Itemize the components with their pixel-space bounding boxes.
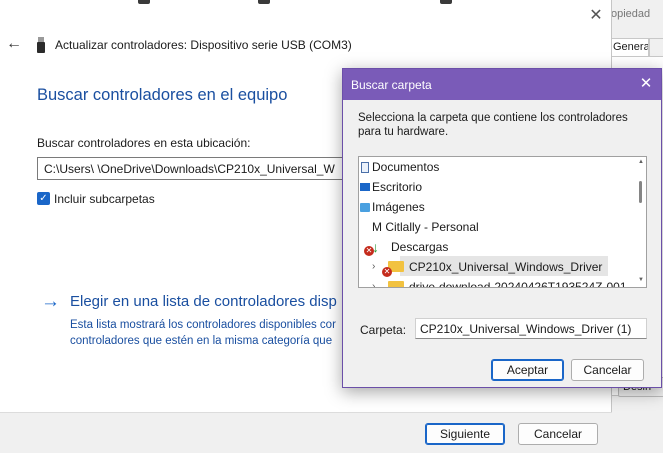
cancel-button[interactable]: Cancelar (518, 423, 598, 445)
window-top-strip (0, 0, 612, 12)
accept-button[interactable]: Aceptar (491, 359, 564, 381)
folder-label: Carpeta: (360, 323, 407, 337)
choose-from-list-link[interactable]: Elegir en una lista de controladores dis… (70, 293, 337, 310)
folder-icon (388, 281, 404, 287)
tab-general[interactable]: General (609, 38, 649, 56)
include-subfolders-label: Incluir subcarpetas (54, 192, 155, 206)
taskbar-stub (440, 0, 452, 4)
location-input[interactable]: C:\Users\ \OneDrive\Downloads\CP210x_Uni… (37, 157, 357, 180)
dialog-instruction: Selecciona la carpeta que contiene los c… (358, 112, 628, 138)
tree-item-cp210x-driver[interactable]: CP210x_Universal_Windows_Driver (409, 257, 602, 277)
tab-next[interactable] (649, 38, 663, 56)
back-arrow-icon[interactable]: ← (5, 35, 23, 53)
tree-item-downloads[interactable]: Descargas (391, 237, 448, 257)
documents-icon (361, 162, 369, 173)
dialog-cancel-button[interactable]: Cancelar (571, 359, 644, 381)
close-icon[interactable]: ✕ (635, 74, 657, 94)
tree-item-personal-folder[interactable]: M Citlally - Personal (372, 217, 479, 237)
usb-device-icon (37, 37, 45, 53)
scrollbar-thumb[interactable] (639, 181, 642, 203)
scroll-up-icon[interactable]: ▲ (637, 159, 645, 167)
location-label: Buscar controladores en esta ubicación: (37, 136, 251, 150)
arrow-right-icon[interactable]: → (41, 292, 60, 312)
dialog-titlebar[interactable]: Buscar carpeta ✕ (343, 69, 661, 100)
wizard-title: Actualizar controladores: Dispositivo se… (55, 38, 352, 52)
tree-item-desktop[interactable]: Escritorio (372, 177, 422, 197)
taskbar-stub (138, 0, 150, 4)
close-icon[interactable]: ✕ (585, 6, 607, 26)
chevron-right-icon[interactable]: › (372, 281, 375, 287)
folder-input[interactable]: CP210x_Universal_Windows_Driver (1) (415, 318, 647, 339)
tree-item-drive-download[interactable]: drive-download-20240426T193524Z-001 (409, 277, 627, 287)
scroll-down-icon[interactable]: ▼ (637, 277, 645, 285)
browse-folder-dialog: Buscar carpeta ✕ Selecciona la carpeta q… (342, 68, 662, 388)
page-heading: Buscar controladores en el equipo (37, 86, 288, 104)
taskbar-stub (258, 0, 270, 4)
dialog-title: Buscar carpeta (351, 78, 432, 92)
desktop-icon (360, 183, 370, 191)
error-icon: ✕ (364, 246, 374, 256)
images-icon (360, 203, 370, 212)
tree-item-documents[interactable]: Documentos (372, 157, 439, 177)
error-icon: ✕ (382, 267, 392, 277)
include-subfolders-checkbox[interactable]: ✓ (37, 192, 50, 205)
wizard-footer: Siguiente Cancelar (0, 412, 612, 453)
folder-tree[interactable]: Documentos Escritorio Imágenes M Citlall… (358, 156, 647, 288)
chevron-right-icon[interactable]: › (372, 261, 375, 273)
description-line: controladores que estén en la misma cate… (70, 335, 333, 347)
properties-window-title: opiedad (611, 8, 651, 20)
description-line: Esta lista mostrará los controladores di… (70, 319, 336, 331)
next-button[interactable]: Siguiente (425, 423, 505, 445)
choose-from-list-description: Esta lista mostrará los controladores di… (70, 317, 350, 349)
tree-scrollbar[interactable] (636, 157, 646, 287)
tree-item-images[interactable]: Imágenes (372, 197, 425, 217)
